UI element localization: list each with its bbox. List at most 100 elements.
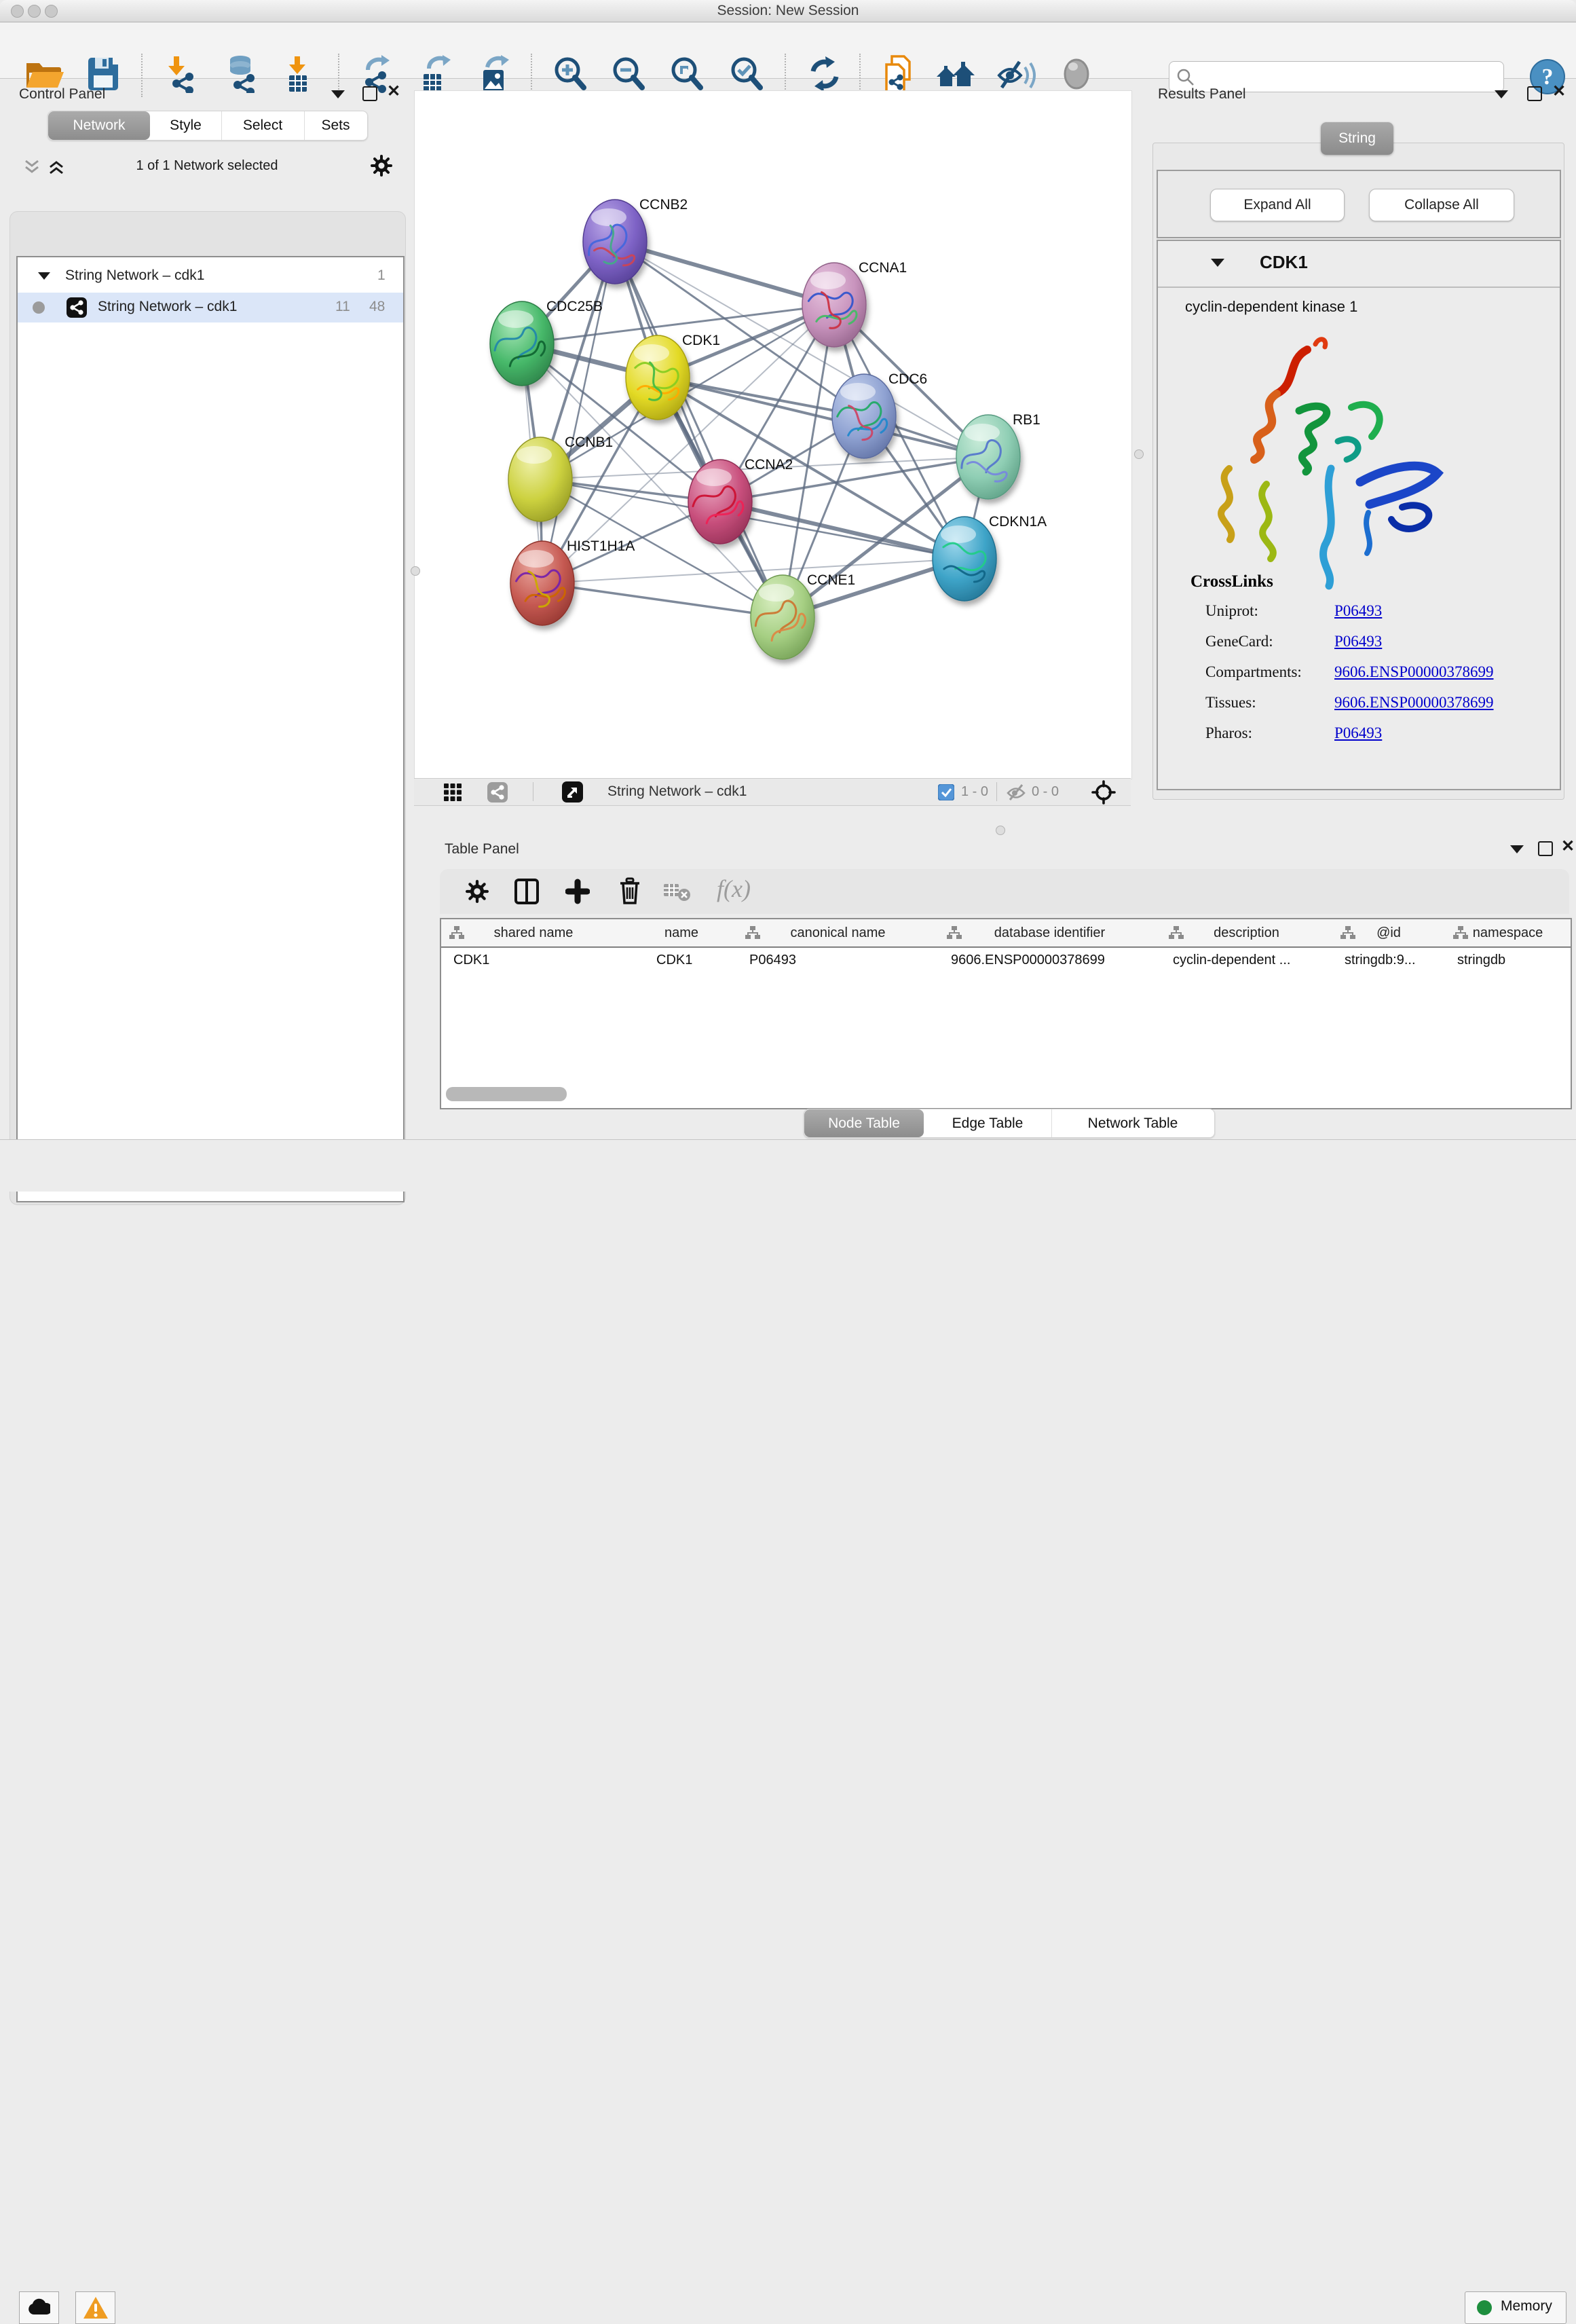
delete-table-icon[interactable] [664,883,692,903]
network-node-hist1h1a[interactable]: HIST1H1A [510,538,635,625]
network-canvas[interactable]: CCNB2CCNA1CDC25BCDK1CDC6RB1CCNB1CCNA2CDK… [414,90,1132,779]
tab-sets[interactable]: Sets [304,111,367,140]
node-label-ccnb1: CCNB1 [565,435,613,450]
zoom-selected-icon[interactable] [726,55,772,96]
crosslink-label: Compartments: [1205,663,1302,680]
table-cell[interactable]: stringdb [1445,948,1571,972]
crosslink-pharos[interactable]: P06493 [1334,724,1382,742]
tab-network[interactable]: Network [48,111,150,140]
collection-expand-icon[interactable] [38,272,50,280]
warning-status-button[interactable] [75,2291,115,2324]
birds-eye-view-icon[interactable] [1091,780,1116,805]
network-node-ccnb2[interactable]: CCNB2 [582,197,688,284]
column-header-name[interactable]: name [626,919,738,948]
column-header-shared-name[interactable]: shared name [441,919,626,948]
column-header-canonical-name[interactable]: canonical name [737,919,939,948]
hidden-eye-icon[interactable] [1006,783,1026,802]
network-view-title: String Network – cdk1 [607,783,747,800]
network-row-selected[interactable]: String Network – cdk1 11 48 [18,293,403,322]
function-builder-icon[interactable]: f(x) [717,874,751,903]
network-node-cdc25b[interactable]: CDC25B [490,299,603,386]
network-node-ccna2[interactable]: CCNA2 [688,457,793,544]
results-panel-close-button[interactable]: ✕ [1552,85,1566,98]
tab-style[interactable]: Style [150,111,222,140]
network-edge[interactable] [542,242,615,583]
tab-node-table[interactable]: Node Table [804,1109,924,1137]
crosslink-compartments[interactable]: 9606.ENSP00000378699 [1334,663,1494,681]
right-splitter-handle[interactable] [1134,449,1144,459]
column-header-description[interactable]: description [1161,919,1333,948]
tree-column-icon [745,926,760,940]
results-panel-maximize-button[interactable] [1527,86,1542,101]
zoom-out-icon[interactable] [608,55,654,96]
crosslinks-title: CrossLinks [1190,572,1273,591]
expand-all-button[interactable]: Expand All [1210,189,1345,221]
table-cell[interactable]: P06493 [737,948,939,972]
column-header-id[interactable]: @id [1332,919,1446,948]
network-node-ccnb1[interactable]: CCNB1 [508,435,613,521]
network-edge[interactable] [615,242,783,617]
show-hidden-icon[interactable] [1056,55,1102,96]
network-options-gear-icon[interactable] [371,155,392,177]
selected-checkbox-icon[interactable] [938,784,954,800]
zoom-in-icon[interactable] [550,55,596,96]
crosslink-tissues[interactable]: 9606.ENSP00000378699 [1334,694,1494,712]
string-import-icon[interactable] [878,55,924,96]
tab-network-table[interactable]: Network Table [1051,1109,1214,1137]
node-section-collapse-icon[interactable] [1211,259,1224,267]
tab-edge-table[interactable]: Edge Table [924,1109,1052,1137]
add-column-icon[interactable] [565,879,590,904]
collapse-all-trees-icon[interactable] [23,158,41,176]
column-header-database-identifier[interactable]: database identifier [939,919,1161,948]
table-horizontal-scrollbar[interactable] [446,1087,567,1101]
results-panel-float-button[interactable] [1495,90,1508,98]
network-edge[interactable] [542,583,783,617]
results-node-header[interactable]: CDK1 [1158,241,1560,288]
expand-all-trees-icon[interactable] [48,158,65,176]
control-panel-close-button[interactable]: ✕ [387,85,400,98]
crosslink-genecard[interactable]: P06493 [1334,633,1382,650]
crosslink-uniprot[interactable]: P06493 [1334,602,1382,620]
network-node-ccna1[interactable]: CCNA1 [802,260,907,347]
open-in-window-icon[interactable] [562,781,583,803]
zoom-fit-icon[interactable] [667,55,713,96]
node-label-ccnb2: CCNB2 [639,197,688,213]
cloud-status-button[interactable] [19,2291,59,2324]
network-collection-row[interactable]: String Network – cdk1 1 [18,261,403,291]
table-settings-gear-icon[interactable] [466,880,489,903]
column-header-namespace[interactable]: namespace [1445,919,1571,948]
table-panel-maximize-button[interactable] [1538,841,1553,856]
network-node-cdc6[interactable]: CDC6 [832,371,927,458]
grid-view-icon[interactable] [444,783,462,801]
export-image-icon[interactable] [474,55,520,96]
control-panel-maximize-button[interactable] [362,86,377,101]
network-edge[interactable] [720,502,964,559]
node-table[interactable]: shared name name canonical name database… [440,918,1572,1109]
return-home-icon[interactable] [935,55,981,96]
tab-select[interactable]: Select [221,111,305,140]
delete-column-trash-icon[interactable] [618,877,642,904]
table-cell[interactable]: CDK1 [626,948,737,972]
select-columns-icon[interactable] [514,879,539,904]
refresh-view-icon[interactable] [804,55,850,96]
hide-selected-icon[interactable] [995,55,1041,96]
table-cell[interactable]: cyclin-dependent ... [1161,948,1332,972]
table-cell[interactable]: stringdb:9... [1332,948,1445,972]
control-panel-float-button[interactable] [331,90,345,98]
table-cell[interactable]: 9606.ENSP00000378699 [939,948,1161,972]
network-edge[interactable] [615,242,834,305]
network-node-ccne1[interactable]: CCNE1 [751,572,855,659]
network-node-cdkn1a[interactable]: CDKN1A [933,514,1047,601]
export-table-icon[interactable] [414,55,460,96]
table-panel-float-button[interactable] [1510,845,1524,853]
collapse-all-button[interactable]: Collapse All [1369,189,1514,221]
network-edge[interactable] [658,377,988,457]
network-node-rb1[interactable]: RB1 [956,412,1040,499]
network-view-share-icon[interactable] [487,782,508,803]
tab-string[interactable]: String [1321,122,1393,155]
left-splitter-handle[interactable] [411,566,420,576]
table-panel-title: Table Panel [445,841,519,857]
table-cell[interactable]: CDK1 [441,948,626,972]
memory-button[interactable]: Memory [1465,2291,1566,2324]
table-panel-close-button[interactable]: ✕ [1561,840,1575,853]
